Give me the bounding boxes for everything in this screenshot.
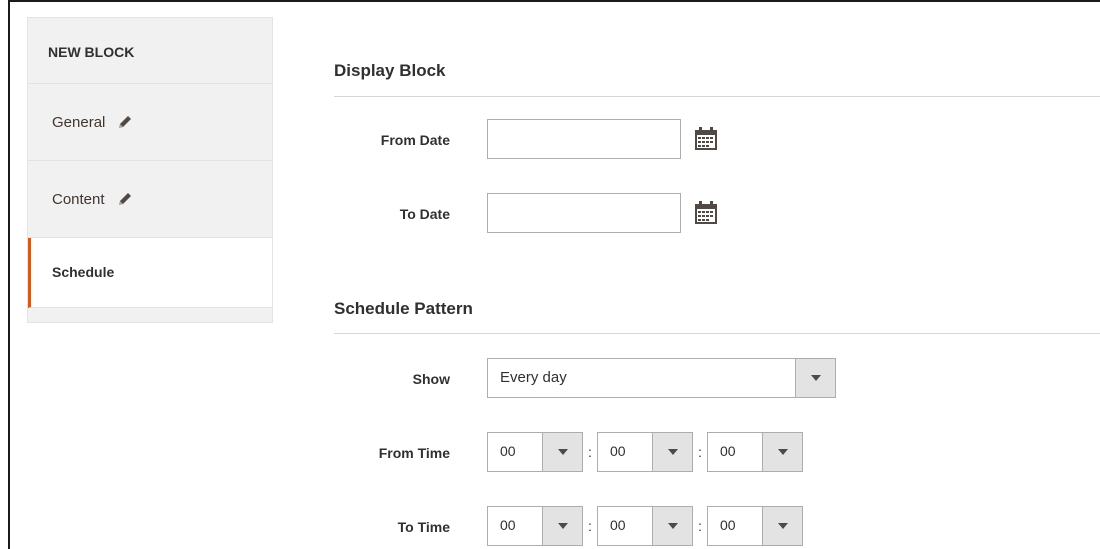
section-divider — [334, 96, 1100, 97]
calendar-icon[interactable] — [693, 200, 719, 226]
show-label: Show — [412, 371, 450, 387]
chevron-down-icon[interactable] — [762, 433, 802, 471]
from-time-row: 00 : 00 : 00 — [487, 432, 803, 472]
pencil-icon — [117, 114, 133, 130]
sidebar-item-content[interactable]: Content — [28, 161, 272, 238]
select-value: 00 — [500, 443, 516, 459]
sidebar-item-label: Schedule — [52, 264, 115, 280]
pencil-icon — [117, 191, 133, 207]
select-value: 00 — [720, 517, 736, 533]
sidebar-item-schedule[interactable]: Schedule — [28, 238, 272, 308]
from-time-label: From Time — [378, 445, 450, 461]
sidebar-nav: NEW BLOCK General Content Schedule — [27, 17, 273, 323]
section-divider — [334, 333, 1100, 334]
sidebar-item-general[interactable]: General — [28, 84, 272, 161]
to-time-label: To Time — [397, 519, 450, 535]
to-date-label: To Date — [399, 206, 450, 222]
to-time-hour-select[interactable]: 00 — [487, 506, 583, 546]
chevron-down-icon[interactable] — [542, 507, 582, 545]
to-date-input[interactable] — [487, 193, 681, 233]
display-block-heading: Display Block — [334, 61, 446, 80]
chevron-down-icon[interactable] — [762, 507, 802, 545]
select-value: 00 — [610, 517, 626, 533]
from-time-second-select[interactable]: 00 — [707, 432, 803, 472]
chevron-down-icon[interactable] — [795, 359, 835, 397]
from-date-label: From Date — [380, 132, 450, 148]
from-time-hour-select[interactable]: 00 — [487, 432, 583, 472]
time-separator: : — [588, 518, 592, 534]
from-date-input[interactable] — [487, 119, 681, 159]
schedule-pattern-heading: Schedule Pattern — [334, 299, 473, 318]
sidebar-item-label: Content — [52, 190, 105, 208]
time-separator: : — [588, 444, 592, 460]
from-time-minute-select[interactable]: 00 — [597, 432, 693, 472]
sidebar-title: NEW BLOCK — [28, 18, 272, 84]
show-select[interactable]: Every day — [487, 358, 836, 398]
select-value: 00 — [610, 443, 626, 459]
chevron-down-icon[interactable] — [652, 433, 692, 471]
show-select-value: Every day — [500, 369, 567, 386]
sidebar-item-label: General — [52, 113, 106, 131]
chevron-down-icon[interactable] — [652, 507, 692, 545]
to-time-minute-select[interactable]: 00 — [597, 506, 693, 546]
select-value: 00 — [720, 443, 736, 459]
time-separator: : — [698, 518, 702, 534]
time-separator: : — [698, 444, 702, 460]
select-value: 00 — [500, 517, 516, 533]
calendar-icon[interactable] — [693, 126, 719, 152]
to-time-row: 00 : 00 : 00 — [487, 506, 803, 546]
to-time-second-select[interactable]: 00 — [707, 506, 803, 546]
chevron-down-icon[interactable] — [542, 433, 582, 471]
